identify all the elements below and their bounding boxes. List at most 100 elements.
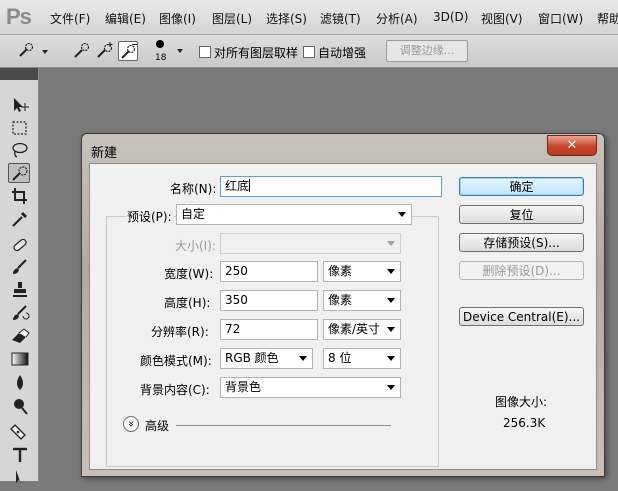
options-bar: 18 对所有图层取样 自动增强 xyxy=(0,35,618,68)
chevron-down-icon[interactable] xyxy=(387,298,395,303)
chevron-down-icon[interactable] xyxy=(398,212,406,217)
checkbox-icon[interactable] xyxy=(199,46,211,58)
advanced-divider xyxy=(176,425,391,426)
resolution-input[interactable]: 72 xyxy=(220,319,318,340)
preset-select[interactable]: 自定 xyxy=(176,204,412,225)
sample-all-layers-checkbox[interactable]: 对所有图层取样 xyxy=(199,44,298,61)
chevron-down-icon[interactable] xyxy=(387,241,395,246)
preset-label: 预设(P): xyxy=(126,208,173,225)
type-tool-icon[interactable] xyxy=(9,445,31,465)
healing-brush-tool-icon[interactable] xyxy=(9,235,31,255)
menu-image[interactable]: 图像(I) xyxy=(159,10,196,27)
quick-selection-tool-icon[interactable] xyxy=(8,163,30,183)
height-input[interactable]: 350 xyxy=(220,290,318,311)
photoshop-logo: Ps xyxy=(6,4,32,29)
height-unit-select[interactable]: 像素 xyxy=(323,290,401,311)
reset-button[interactable]: 复位 xyxy=(459,205,584,224)
chevron-double-down-icon[interactable]: » xyxy=(125,421,138,428)
delete-preset-button[interactable]: 删除预设(D)... xyxy=(459,261,584,280)
background-contents-select[interactable]: 背景色 xyxy=(220,377,401,398)
text-cursor xyxy=(249,179,251,192)
width-input[interactable]: 250 xyxy=(220,261,318,282)
save-preset-button[interactable]: 存储预设(S)... xyxy=(459,233,584,252)
toolbox xyxy=(0,68,39,484)
auto-enhance-label: 自动增强 xyxy=(318,46,367,60)
pen-tool-icon[interactable] xyxy=(9,422,31,442)
background-contents-value: 背景色 xyxy=(225,380,262,394)
sample-all-layers-label: 对所有图层取样 xyxy=(214,46,299,60)
quick-selection-tool-preset-icon[interactable] xyxy=(16,41,36,61)
auto-enhance-checkbox[interactable]: 自动增强 xyxy=(303,44,366,61)
color-mode-label: 颜色模式(M): xyxy=(140,354,212,368)
width-unit-select[interactable]: 像素 xyxy=(323,261,401,282)
size-label: 大小(I): xyxy=(175,239,216,253)
new-selection-icon[interactable] xyxy=(72,41,92,61)
resolution-unit-select[interactable]: 像素/英寸 xyxy=(323,319,401,340)
new-document-dialog: 新建 ✕ 名称(N): 红底 预设(P): 自定 大小(I): 宽度(W): 2… xyxy=(81,133,605,477)
preset-dropdown-arrow-icon[interactable] xyxy=(42,50,48,54)
ok-button[interactable]: 确定 xyxy=(459,177,584,196)
color-mode-value: RGB 颜色 xyxy=(225,351,279,365)
crop-tool-icon[interactable] xyxy=(9,186,31,206)
menu-window[interactable]: 窗口(W) xyxy=(538,10,583,27)
path-selection-tool-icon[interactable] xyxy=(9,468,31,488)
menu-bar: Ps 文件(F) 编辑(E) 图像(I) 图层(L) 选择(S) 滤镜(T) 分… xyxy=(0,0,618,35)
advanced-expand-button[interactable]: » xyxy=(123,416,139,432)
chevron-down-icon[interactable] xyxy=(387,356,395,361)
resolution-unit-value: 像素/英寸 xyxy=(328,322,381,336)
menu-help[interactable]: 帮助 xyxy=(597,10,618,27)
menu-filter[interactable]: 滤镜(T) xyxy=(320,10,361,27)
dialog-title: 新建 xyxy=(91,146,118,161)
move-tool-icon[interactable] xyxy=(9,95,31,115)
menu-3d[interactable]: 3D(D) xyxy=(433,10,468,24)
close-button[interactable]: ✕ xyxy=(547,135,597,156)
gradient-tool-icon[interactable] xyxy=(9,349,31,369)
close-icon[interactable]: ✕ xyxy=(567,138,578,153)
refine-edge-button[interactable]: 调整边缘... xyxy=(386,40,468,62)
device-central-button[interactable]: Device Central(E)... xyxy=(459,307,584,326)
preset-value: 自定 xyxy=(181,207,206,221)
chevron-down-icon[interactable] xyxy=(387,327,395,332)
checkbox-icon[interactable] xyxy=(303,46,315,58)
height-unit-value: 像素 xyxy=(328,293,353,307)
menu-analysis[interactable]: 分析(A) xyxy=(376,10,418,27)
menu-select[interactable]: 选择(S) xyxy=(266,10,307,27)
blur-tool-icon[interactable] xyxy=(9,373,31,393)
menu-layer[interactable]: 图层(L) xyxy=(212,10,252,27)
marquee-tool-icon[interactable] xyxy=(9,118,31,138)
image-size-label: 图像大小: xyxy=(495,395,548,409)
add-to-selection-icon[interactable] xyxy=(95,41,115,61)
brush-picker-arrow-icon[interactable] xyxy=(177,49,183,53)
chevron-down-icon[interactable] xyxy=(387,269,395,274)
subtract-from-selection-icon[interactable] xyxy=(118,41,138,61)
color-mode-select[interactable]: RGB 颜色 xyxy=(220,348,313,369)
background-contents-label: 背景内容(C): xyxy=(140,383,210,397)
chevron-down-icon[interactable] xyxy=(299,356,307,361)
bit-depth-select[interactable]: 8 位 xyxy=(323,348,401,369)
brush-tool-icon[interactable] xyxy=(9,257,31,277)
name-input-value: 红底 xyxy=(225,179,250,193)
size-select[interactable] xyxy=(220,233,401,254)
name-input[interactable]: 红底 xyxy=(220,176,442,197)
width-label: 宽度(W): xyxy=(164,267,214,281)
toolbox-header[interactable] xyxy=(0,68,38,80)
menu-file[interactable]: 文件(F) xyxy=(50,10,90,27)
eyedropper-tool-icon[interactable] xyxy=(9,209,31,229)
history-brush-tool-icon[interactable] xyxy=(9,303,31,323)
dodge-tool-icon[interactable] xyxy=(9,396,31,416)
menu-edit[interactable]: 编辑(E) xyxy=(105,10,146,27)
chevron-down-icon[interactable] xyxy=(387,385,395,390)
eraser-tool-icon[interactable] xyxy=(9,326,31,346)
image-size-value: 256.3K xyxy=(503,416,546,430)
height-label: 高度(H): xyxy=(164,296,211,310)
clone-stamp-tool-icon[interactable] xyxy=(9,280,31,300)
resolution-label: 分辨率(R): xyxy=(151,325,209,339)
bit-depth-value: 8 位 xyxy=(328,351,352,365)
dialog-body: 名称(N): 红底 预设(P): 自定 大小(I): 宽度(W): 250 像素… xyxy=(89,163,597,470)
brush-tip-icon[interactable] xyxy=(156,40,164,48)
menu-view[interactable]: 视图(V) xyxy=(481,10,523,27)
advanced-label[interactable]: 高级 xyxy=(145,417,169,434)
lasso-tool-icon[interactable] xyxy=(9,140,31,160)
width-unit-value: 像素 xyxy=(328,264,353,278)
brush-size-value: 18 xyxy=(155,53,167,63)
